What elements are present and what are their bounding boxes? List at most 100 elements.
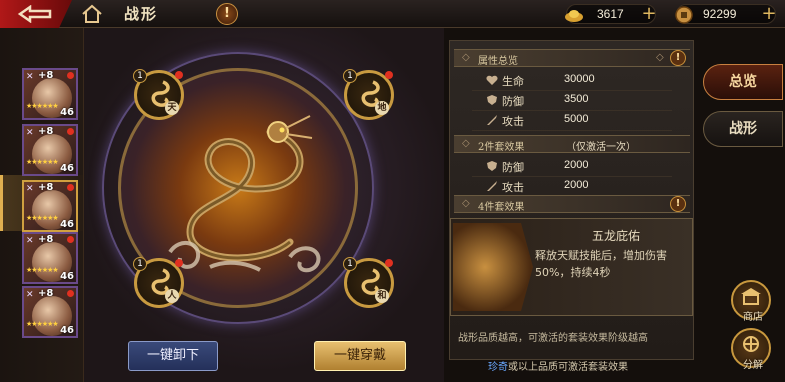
gold-counter: 3617 + xyxy=(565,4,659,25)
notification-dot xyxy=(67,72,74,79)
shield-icon xyxy=(487,161,497,171)
notification-dot xyxy=(175,259,183,267)
home-icon xyxy=(82,4,102,23)
notification-dot xyxy=(67,128,74,135)
add-coin-button[interactable]: + xyxy=(759,5,779,25)
hero-card-5[interactable]: ✕ +8 ★★★★★★ 46 xyxy=(22,286,78,338)
attr-info-button[interactable]: ! xyxy=(670,50,686,66)
slot-level: 1 xyxy=(343,69,357,83)
slot-char: 天 xyxy=(165,101,179,115)
stat-row-atk: 攻击 5000 xyxy=(472,111,672,131)
set2-note: （仅激活一次） xyxy=(566,142,636,153)
hero-level: 46 xyxy=(60,325,74,336)
stat-value: 5000 xyxy=(564,113,589,125)
class-sword-icon: ✕ xyxy=(26,128,34,138)
hero-plus: +8 xyxy=(38,288,54,299)
top-bar: 战形 ! 3617 + 92299 + xyxy=(0,0,785,28)
hero-stars: ★★★★★★ xyxy=(26,102,59,110)
notification-dot xyxy=(385,71,393,79)
hero-level: 46 xyxy=(60,107,74,118)
heart-icon xyxy=(486,75,498,85)
skill-dragon-image xyxy=(453,223,533,311)
attr-header: ◇ 属性总览 ◇ ! xyxy=(454,49,690,67)
back-button[interactable] xyxy=(0,0,72,28)
hero-list: ✕ +8 ★★★★★★ 46 ✕ +8 ★★★★★★ 46 ✕ +8 ★★★★★… xyxy=(0,28,84,382)
coin-icon xyxy=(675,6,693,24)
slot-char: 和 xyxy=(375,289,389,303)
stat-label: 防御 xyxy=(502,161,524,174)
coin-counter: 92299 + xyxy=(675,4,779,25)
decompose-label: 分解 xyxy=(743,360,763,371)
coin-value: 92299 xyxy=(703,7,737,21)
slot-level: 1 xyxy=(133,257,147,271)
hero-card-3[interactable]: ✕ +8 ★★★★★★ 46 xyxy=(22,180,78,232)
slot-level: 1 xyxy=(133,69,147,83)
set4-header: ◇ 4件套效果 ! xyxy=(454,195,690,213)
notification-dot xyxy=(67,184,74,191)
stat-label: 攻击 xyxy=(502,115,524,128)
class-sword-icon: ✕ xyxy=(26,236,34,246)
set2-header: ◇ 2件套效果 （仅激活一次） xyxy=(454,135,690,153)
dragon-emblem-icon xyxy=(168,115,321,273)
header-deco: ◇ xyxy=(656,52,664,63)
header-deco: ◇ xyxy=(462,198,470,209)
quality-hint: 战形品质越高，可激活的套装效果阶级越高 xyxy=(458,333,648,344)
add-gold-button[interactable]: + xyxy=(639,5,659,25)
attr-title: 属性总览 xyxy=(478,56,518,67)
class-sword-icon: ✕ xyxy=(26,290,34,300)
class-sword-icon: ✕ xyxy=(26,72,34,82)
home-button[interactable] xyxy=(80,3,104,25)
set2-row-def: 防御 2000 xyxy=(472,157,672,177)
notification-dot xyxy=(175,71,183,79)
sword-icon xyxy=(487,115,497,125)
tab-overview[interactable]: 总览 xyxy=(703,64,783,100)
skill-description: 释放天赋技能后，增加伤害50%，持续4秒 xyxy=(535,249,667,279)
gold-value: 3617 xyxy=(597,7,624,21)
stat-row-def: 防御 3500 xyxy=(472,91,672,111)
shield-icon xyxy=(487,95,497,105)
stat-value: 3500 xyxy=(564,93,589,105)
slot-harmony[interactable]: 1 和 xyxy=(343,257,394,308)
activation-note-text: 或以上品质可激活套装效果 xyxy=(508,362,628,373)
hero-stars: ★★★★★★ xyxy=(26,158,59,166)
sword-icon xyxy=(487,181,497,191)
stat-value: 30000 xyxy=(564,73,595,85)
hero-level: 46 xyxy=(60,163,74,174)
hero-card-2[interactable]: ✕ +8 ★★★★★★ 46 xyxy=(22,124,78,176)
hero-plus: +8 xyxy=(38,126,54,137)
stat-row-hp: 生命 30000 xyxy=(472,71,672,91)
hero-level: 46 xyxy=(60,219,74,230)
notification-dot xyxy=(67,236,74,243)
hero-level: 46 xyxy=(60,271,74,282)
slot-char: 人 xyxy=(165,289,179,303)
shop-label: 商店 xyxy=(743,312,763,323)
back-arrow-icon xyxy=(17,5,52,23)
hero-plus: +8 xyxy=(38,182,54,193)
slot-heaven[interactable]: 1 天 xyxy=(133,69,184,120)
set4-info-button[interactable]: ! xyxy=(670,196,686,212)
notification-dot xyxy=(67,290,74,297)
slot-char: 地 xyxy=(375,101,389,115)
slot-level: 1 xyxy=(343,257,357,271)
set4-title: 4件套效果 xyxy=(478,202,525,213)
hero-stars: ★★★★★★ xyxy=(26,320,59,328)
info-button[interactable]: ! xyxy=(216,3,238,25)
header-deco: ◇ xyxy=(462,52,470,63)
decompose-icon xyxy=(743,336,759,352)
page-title: 战形 xyxy=(124,5,159,23)
slot-human[interactable]: 1 人 xyxy=(133,257,184,308)
slot-earth[interactable]: 1 地 xyxy=(343,69,394,120)
unload-all-button[interactable]: 一键卸下 xyxy=(128,341,218,371)
skill-name: 五龙庇佑 xyxy=(591,229,640,243)
tab-formation[interactable]: 战形 xyxy=(703,111,783,147)
shop-icon xyxy=(741,288,761,305)
decompose-button[interactable]: 分解 xyxy=(731,328,771,371)
stat-label: 防御 xyxy=(502,95,524,108)
hero-card-1[interactable]: ✕ +8 ★★★★★★ 46 xyxy=(22,68,78,120)
hero-card-4[interactable]: ✕ +8 ★★★★★★ 46 xyxy=(22,232,78,284)
shop-button[interactable]: 商店 xyxy=(731,280,771,323)
activation-note: 珍奇或以上品质可激活套装效果 xyxy=(488,358,628,373)
equip-all-button[interactable]: 一键穿戴 xyxy=(314,341,406,371)
hero-plus: +8 xyxy=(38,70,54,81)
set2-row-atk: 攻击 2000 xyxy=(472,177,672,197)
